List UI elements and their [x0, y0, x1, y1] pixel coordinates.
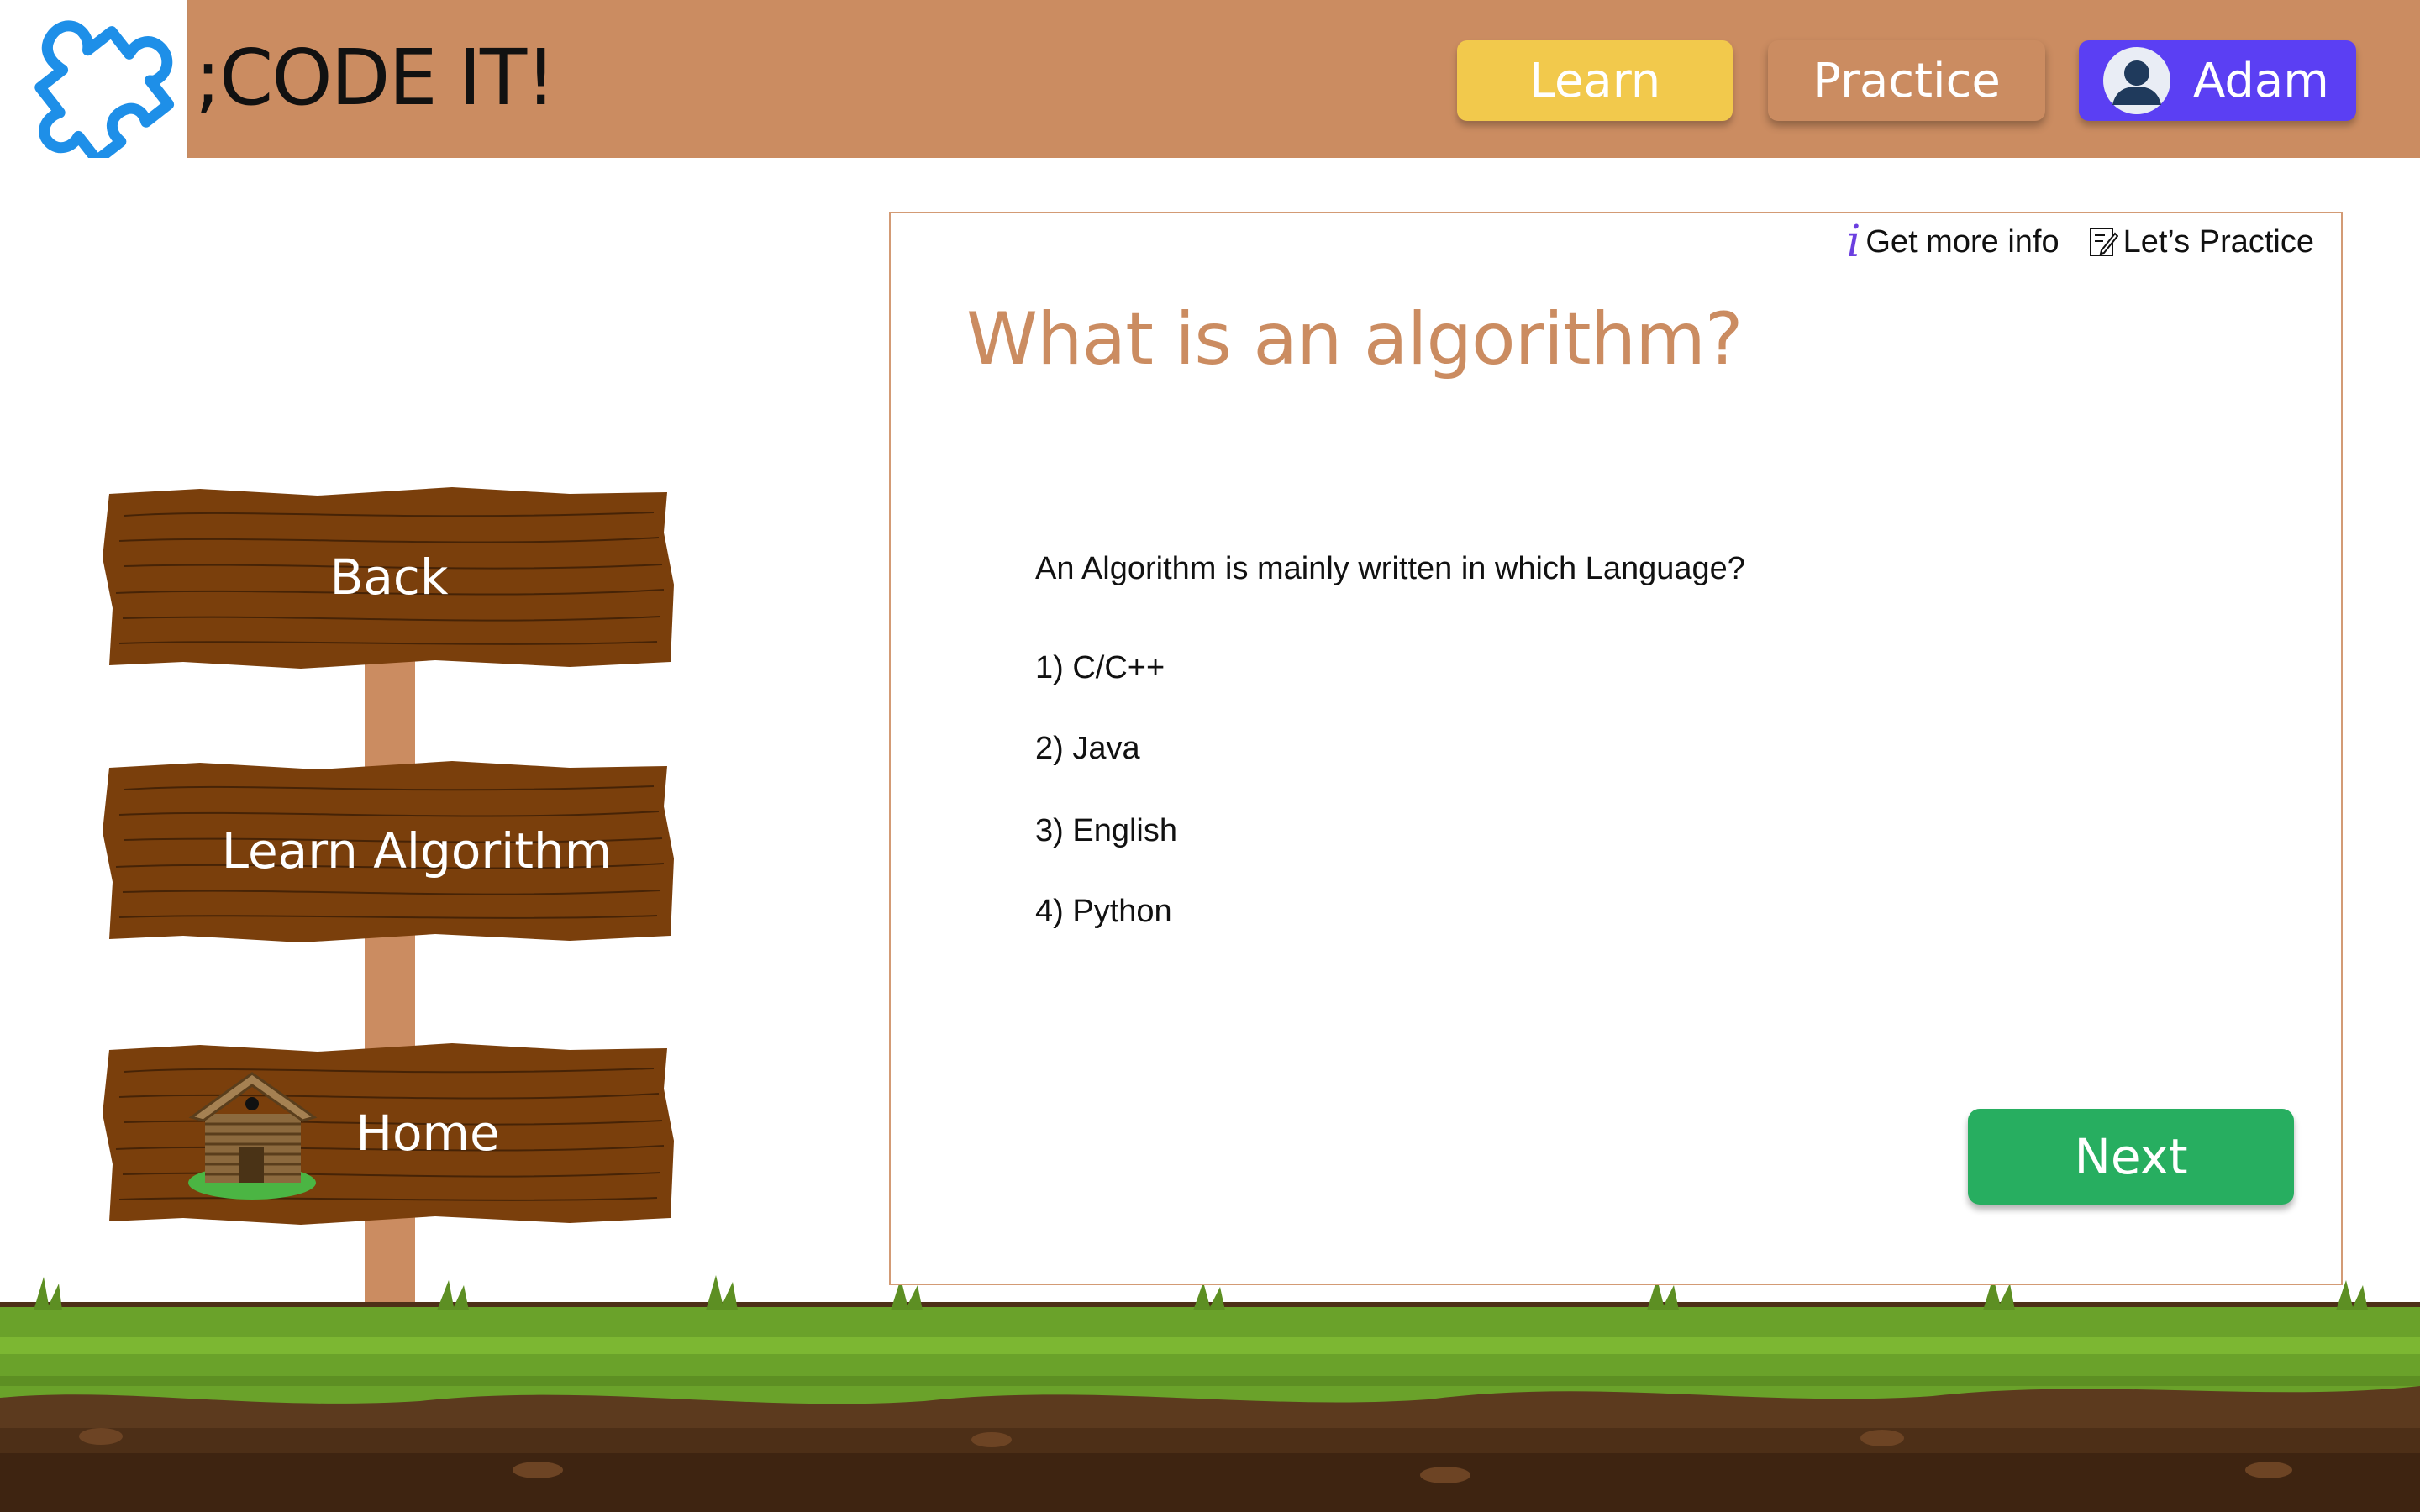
answer-option[interactable]: 3) English	[1035, 813, 1177, 849]
top-bar: ;CODE IT! Learn Practice Adam	[0, 0, 2420, 158]
question-prompt: An Algorithm is mainly written in which …	[1035, 551, 1745, 586]
learn-algorithm-sign-label: Learn Algorithm	[221, 822, 613, 879]
get-more-info-label: Get more info	[1865, 223, 2060, 260]
edit-note-icon	[2089, 228, 2118, 256]
puzzle-piece-icon	[34, 20, 175, 158]
user-avatar-icon	[2103, 47, 2170, 114]
brand-name: ;CODE IT!	[195, 33, 556, 123]
answer-option[interactable]: 2) Java	[1035, 731, 1140, 767]
lets-practice-label: Let’s Practice	[2123, 223, 2314, 260]
info-icon: i	[1846, 217, 1861, 267]
grass-ground	[0, 1275, 2420, 1512]
practice-button-label: Practice	[1812, 53, 2001, 108]
back-sign-label: Back	[329, 549, 449, 606]
get-more-info-link[interactable]: i Get more info	[1846, 217, 2060, 267]
next-button-label: Next	[2074, 1128, 2188, 1185]
learn-algorithm-sign-button[interactable]: Learn Algorithm	[99, 756, 679, 946]
answer-option[interactable]: 4) Python	[1035, 894, 1172, 930]
lesson-title: What is an algorithm?	[966, 297, 1744, 381]
user-name: Adam	[2193, 53, 2329, 108]
lesson-panel: i Get more info Let’s Practice What is a…	[889, 212, 2343, 1285]
user-profile-button[interactable]: Adam	[2079, 40, 2356, 121]
panel-links: i Get more info Let’s Practice	[1847, 218, 2314, 265]
back-sign-button[interactable]: Back	[99, 482, 679, 672]
logo[interactable]	[0, 0, 188, 158]
learn-button[interactable]: Learn	[1457, 40, 1733, 121]
practice-button[interactable]: Practice	[1768, 40, 2045, 121]
answer-option[interactable]: 1) C/C++	[1035, 650, 1165, 686]
next-button[interactable]: Next	[1968, 1109, 2294, 1205]
home-sign-label: Home	[355, 1105, 500, 1162]
log-cabin-icon	[188, 1072, 318, 1200]
home-sign-button[interactable]: Home	[99, 1038, 679, 1228]
lets-practice-link[interactable]: Let’s Practice	[2088, 224, 2314, 260]
learn-button-label: Learn	[1528, 53, 1661, 108]
